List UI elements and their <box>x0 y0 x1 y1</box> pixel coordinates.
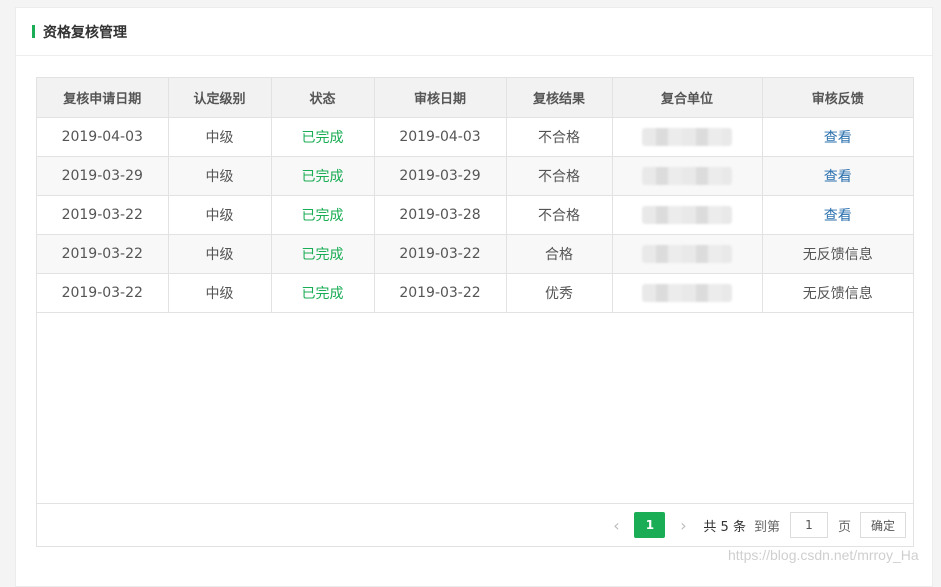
cell-result: 不合格 <box>506 117 613 157</box>
cell-status: 已完成 <box>271 234 375 274</box>
cell-review-date: 2019-03-28 <box>374 195 507 235</box>
redacted-unit <box>642 283 732 302</box>
no-feedback-text: 无反馈信息 <box>802 285 873 302</box>
cell-result: 优秀 <box>506 273 613 313</box>
panel-header: 资格复核管理 <box>16 8 932 56</box>
cell-apply-date: 2019-03-22 <box>37 234 169 274</box>
cell-feedback: 查看 <box>762 195 913 235</box>
cell-result: 不合格 <box>506 195 613 235</box>
cell-apply-date: 2019-03-22 <box>37 195 169 235</box>
cell-review-date: 2019-03-22 <box>374 234 507 274</box>
col-header-level: 认定级别 <box>168 78 272 118</box>
cell-unit <box>612 117 763 157</box>
prev-page-icon[interactable]: ‹ <box>602 516 630 535</box>
table-header-row: 复核申请日期 认定级别 状态 审核日期 复核结果 复合单位 审核反馈 <box>37 78 913 118</box>
cell-result: 合格 <box>506 234 613 274</box>
goto-confirm-button[interactable]: 确定 <box>860 512 906 538</box>
redacted-unit <box>642 166 732 185</box>
current-page-button[interactable]: 1 <box>634 512 666 538</box>
cell-apply-date: 2019-03-22 <box>37 273 169 313</box>
title-accent-bar <box>32 25 35 38</box>
review-table-container: 复核申请日期 认定级别 状态 审核日期 复核结果 复合单位 审核反馈 2019-… <box>36 77 914 547</box>
page-unit-label: 页 <box>837 519 851 535</box>
col-header-result: 复核结果 <box>506 78 613 118</box>
cell-level: 中级 <box>168 156 272 196</box>
col-header-apply-date: 复核申请日期 <box>37 78 169 118</box>
cell-apply-date: 2019-04-03 <box>37 117 169 157</box>
cell-status: 已完成 <box>271 273 375 313</box>
cell-review-date: 2019-04-03 <box>374 117 507 157</box>
col-header-status: 状态 <box>271 78 375 118</box>
pagination: ‹ 1 › 共 5 条 到第 页 确定 <box>37 503 913 546</box>
cell-feedback: 查看 <box>762 156 913 196</box>
goto-page-input[interactable] <box>789 512 828 538</box>
cell-status: 已完成 <box>271 156 375 196</box>
cell-apply-date: 2019-03-29 <box>37 156 169 196</box>
cell-result: 不合格 <box>506 156 613 196</box>
cell-feedback: 无反馈信息 <box>762 234 913 274</box>
table-row: 2019-03-29 中级 已完成 2019-03-29 不合格 查看 <box>37 156 913 196</box>
cell-level: 中级 <box>168 234 272 274</box>
cell-status: 已完成 <box>271 117 375 157</box>
cell-unit <box>612 234 763 274</box>
cell-unit <box>612 195 763 235</box>
page-title: 资格复核管理 <box>43 24 127 41</box>
review-table: 复核申请日期 认定级别 状态 审核日期 复核结果 复合单位 审核反馈 2019-… <box>37 78 913 313</box>
cell-status: 已完成 <box>271 195 375 235</box>
cell-feedback: 查看 <box>762 117 913 157</box>
cell-review-date: 2019-03-22 <box>374 273 507 313</box>
view-feedback-link[interactable]: 查看 <box>824 130 852 146</box>
total-count: 共 5 条 <box>703 519 746 535</box>
cell-review-date: 2019-03-29 <box>374 156 507 196</box>
review-panel: 资格复核管理 复核申请日期 认定级别 状态 审核日期 复核结果 复合单位 审核反… <box>15 7 933 587</box>
col-header-unit: 复合单位 <box>612 78 763 118</box>
table-row: 2019-03-22 中级 已完成 2019-03-22 优秀 无反馈信息 <box>37 273 913 313</box>
watermark-text: https://blog.csdn.net/mrroy_Ha <box>728 547 919 563</box>
cell-unit <box>612 273 763 313</box>
cell-feedback: 无反馈信息 <box>762 273 913 313</box>
next-page-icon[interactable]: › <box>669 516 697 535</box>
cell-level: 中级 <box>168 273 272 313</box>
cell-level: 中级 <box>168 117 272 157</box>
table-row: 2019-03-22 中级 已完成 2019-03-22 合格 无反馈信息 <box>37 234 913 274</box>
redacted-unit <box>642 205 732 224</box>
cell-unit <box>612 156 763 196</box>
table-row: 2019-04-03 中级 已完成 2019-04-03 不合格 查看 <box>37 117 913 157</box>
no-feedback-text: 无反馈信息 <box>802 246 873 263</box>
view-feedback-link[interactable]: 查看 <box>824 208 852 224</box>
redacted-unit <box>642 244 732 263</box>
table-row: 2019-03-22 中级 已完成 2019-03-28 不合格 查看 <box>37 195 913 235</box>
redacted-unit <box>642 127 732 146</box>
view-feedback-link[interactable]: 查看 <box>824 169 852 185</box>
goto-label: 到第 <box>753 519 780 535</box>
col-header-feedback: 审核反馈 <box>762 78 913 118</box>
col-header-review-date: 审核日期 <box>374 78 507 118</box>
cell-level: 中级 <box>168 195 272 235</box>
